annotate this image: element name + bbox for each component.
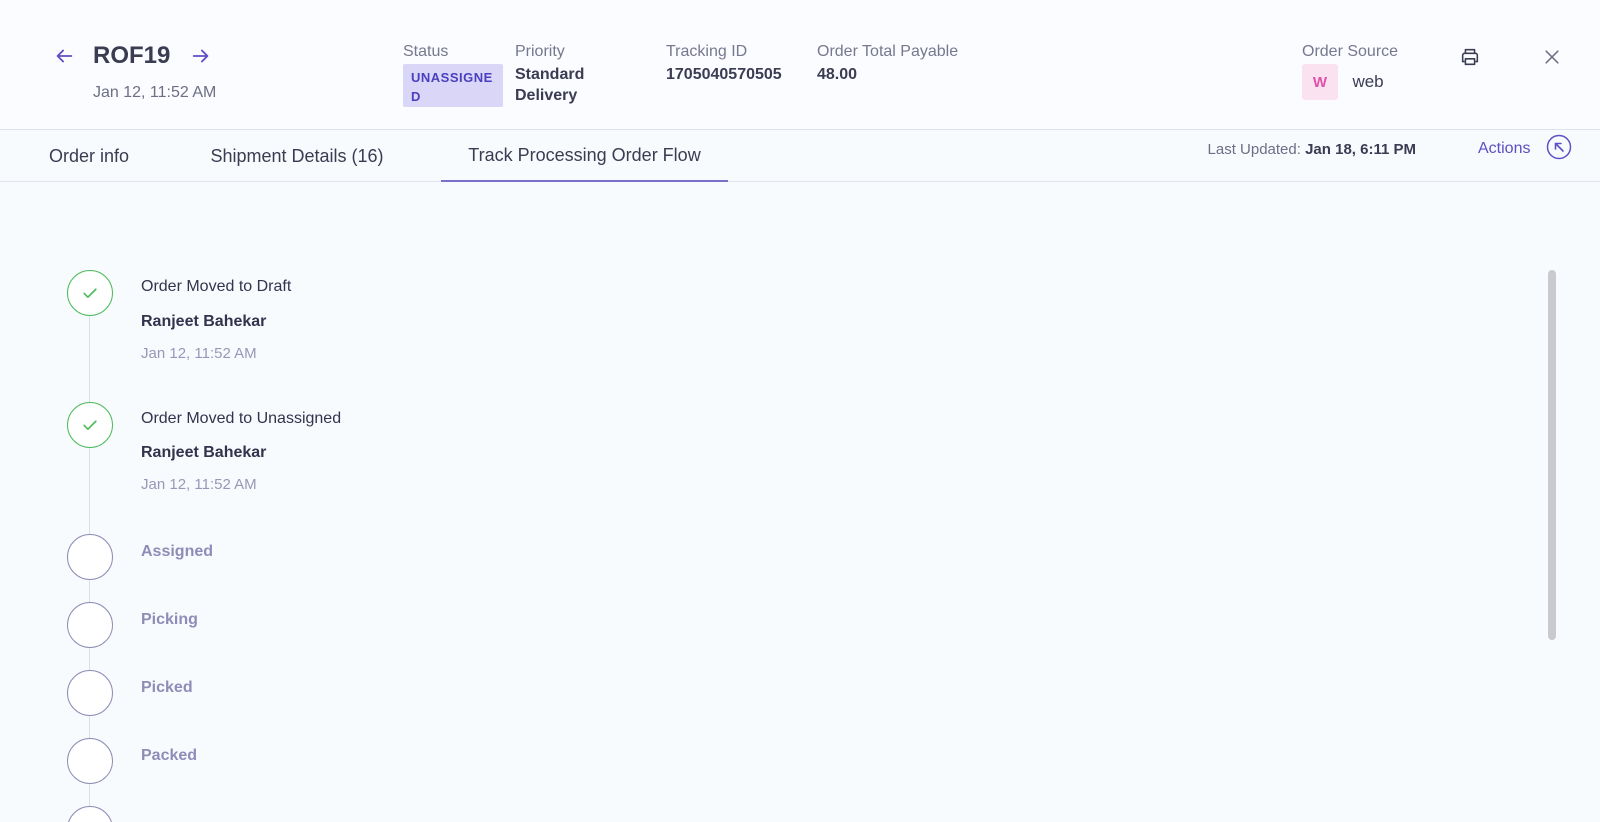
tracking-label: Tracking ID [666,43,748,60]
tracking-field: Tracking ID 1705040570505 [666,42,782,85]
last-updated: Last Updated: Jan 18, 6:11 PM [1208,141,1416,158]
arrow-up-left-circle-icon[interactable] [1546,134,1572,160]
last-updated-value: Jan 18, 6:11 PM [1305,141,1416,158]
step-pending-label: Packed [141,747,198,764]
close-button[interactable] [1539,44,1565,70]
printer-icon [1461,48,1479,66]
order-header: ROF19 Jan 12, 11:52 AM Status UNASSIGNED… [0,0,1600,130]
source-badge: W [1302,64,1338,100]
step-pending-label: Assigned [141,543,214,560]
step-title: Order Moved to Draft [141,278,292,295]
status-field: Status UNASSIGNED [403,42,503,107]
actions-button[interactable]: Actions [1478,140,1530,158]
step-done-marker [67,402,113,448]
total-label: Order Total Payable [817,43,959,60]
step-done-marker [67,270,113,316]
scrollbar-thumb[interactable] [1548,270,1556,640]
tab-shipment-details[interactable]: Shipment Details (16) [184,131,410,182]
order-source-field: Order Source W web [1302,42,1398,100]
priority-label: Priority [515,43,565,60]
status-badge: UNASSIGNED [403,64,503,107]
priority-value: Standard Delivery [515,66,585,104]
order-source-label: Order Source [1302,43,1399,60]
step-pending-label: Picked [141,679,193,696]
status-label: Status [403,43,449,60]
step-pending-label: Picking [141,611,198,628]
total-field: Order Total Payable 48.00 [817,42,958,85]
step-time: Jan 12, 11:52 AM [141,345,257,362]
step-pending-marker [67,806,113,822]
source-value: web [1352,72,1384,91]
tracking-value: 1705040570505 [666,66,782,83]
previous-order-button[interactable] [52,44,76,68]
check-icon [83,288,97,298]
check-icon [83,420,97,430]
step-user: Ranjeet Bahekar [141,313,267,330]
priority-field: Priority Standard Delivery [515,42,605,106]
order-flow-timeline: Order Moved to Draft Ranjeet Bahekar Jan… [0,182,1600,822]
arrow-left-icon [56,49,73,63]
step-title: Order Moved to Unassigned [141,410,342,427]
step-user: Ranjeet Bahekar [141,444,267,461]
print-button[interactable] [1457,44,1483,70]
step-pending-marker [67,670,113,716]
close-icon [1545,50,1559,64]
step-pending-marker [67,738,113,784]
step-time: Jan 12, 11:52 AM [141,476,257,493]
last-updated-label: Last Updated: [1207,141,1301,158]
step-pending-marker [67,602,113,648]
tabs-bar: Order info Shipment Details (16) Track P… [0,131,1600,182]
total-value: 48.00 [817,66,858,83]
tab-order-info[interactable]: Order info [22,131,156,182]
tab-track-processing-order-flow[interactable]: Track Processing Order Flow [441,131,728,182]
order-id: ROF19 [93,42,171,69]
next-order-button[interactable] [189,44,213,68]
order-date: Jan 12, 11:52 AM [93,84,217,101]
arrow-right-icon [192,49,209,63]
step-pending-marker [67,534,113,580]
